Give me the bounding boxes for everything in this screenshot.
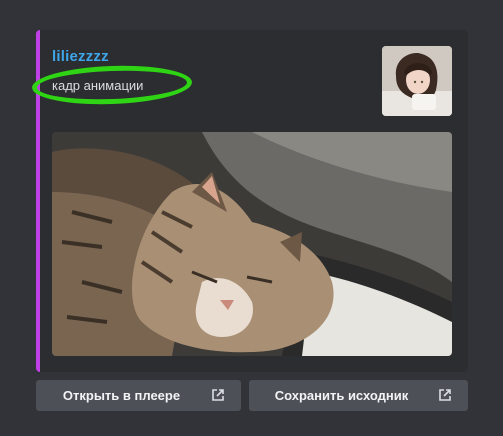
embed-image[interactable] [52, 132, 452, 356]
author-avatar-thumbnail[interactable] [382, 46, 452, 116]
save-source-label: Сохранить исходник [274, 388, 409, 403]
embed-author[interactable]: liliezzzz [52, 48, 109, 65]
external-link-icon [212, 389, 224, 401]
save-source-button[interactable]: Сохранить исходник [249, 380, 468, 411]
open-in-player-button[interactable]: Открыть в плеере [36, 380, 241, 411]
external-link-icon [439, 389, 451, 401]
sleeping-cat-image [52, 132, 452, 356]
open-in-player-label: Открыть в плеере [62, 388, 181, 403]
avatar-illustration [382, 46, 452, 116]
